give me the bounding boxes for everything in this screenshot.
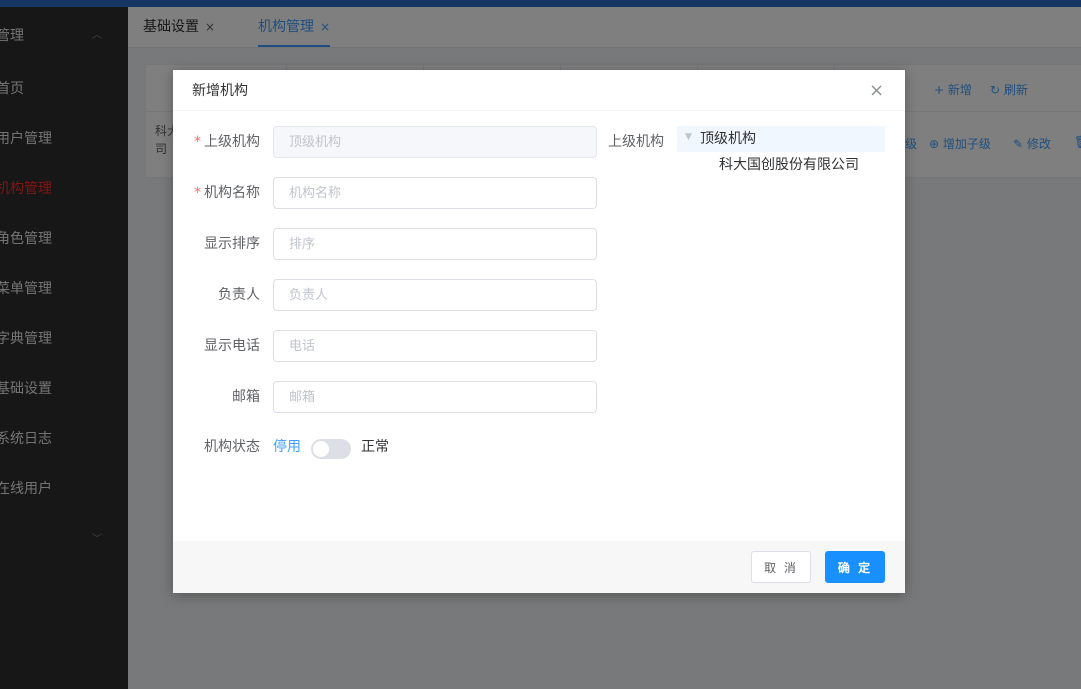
parent-org-label: * 上级机构 bbox=[173, 126, 260, 158]
leader-label: 负责人 bbox=[218, 287, 260, 303]
tree-label: 上级机构 bbox=[608, 134, 664, 150]
email-input[interactable] bbox=[273, 381, 597, 413]
status-inactive-text[interactable]: 停用 bbox=[273, 431, 301, 463]
phone-input[interactable] bbox=[273, 330, 597, 362]
caret-down-icon[interactable]: ▼ bbox=[685, 132, 692, 142]
tree-node-child[interactable]: 科大国创股份有限公司 bbox=[719, 152, 859, 178]
divider bbox=[173, 110, 905, 111]
email-label: 邮箱 bbox=[232, 389, 260, 405]
add-org-dialog: 新增机构 × *上级机构 *机构名称 显示排序 负责人 显示电话 邮箱 机构状态… bbox=[173, 70, 905, 593]
org-name-input[interactable] bbox=[273, 177, 597, 209]
phone-label: 显示电话 bbox=[204, 338, 260, 354]
status-active-text[interactable]: 正常 bbox=[361, 431, 389, 463]
required-mark: * bbox=[194, 185, 201, 201]
label-text: 机构名称 bbox=[204, 185, 260, 201]
dialog-footer: 取 消 确 定 bbox=[173, 541, 905, 593]
parent-org-input bbox=[273, 126, 597, 158]
confirm-button[interactable]: 确 定 bbox=[825, 551, 885, 583]
close-icon[interactable]: × bbox=[869, 82, 884, 100]
required-mark: * bbox=[194, 134, 201, 150]
cancel-button[interactable]: 取 消 bbox=[751, 551, 811, 583]
sort-label: 显示排序 bbox=[204, 236, 260, 252]
tree-node-label: 顶级机构 bbox=[700, 131, 756, 147]
label-text: 上级机构 bbox=[204, 134, 260, 150]
leader-input[interactable] bbox=[273, 279, 597, 311]
tree-node-root[interactable]: ▼ 顶级机构 bbox=[677, 126, 885, 152]
sort-input[interactable] bbox=[273, 228, 597, 260]
status-label: 机构状态 bbox=[204, 439, 260, 455]
toggle-knob bbox=[313, 441, 329, 457]
dialog-title: 新增机构 bbox=[192, 83, 248, 99]
status-toggle[interactable] bbox=[311, 439, 351, 459]
org-name-label: * 机构名称 bbox=[173, 177, 260, 209]
